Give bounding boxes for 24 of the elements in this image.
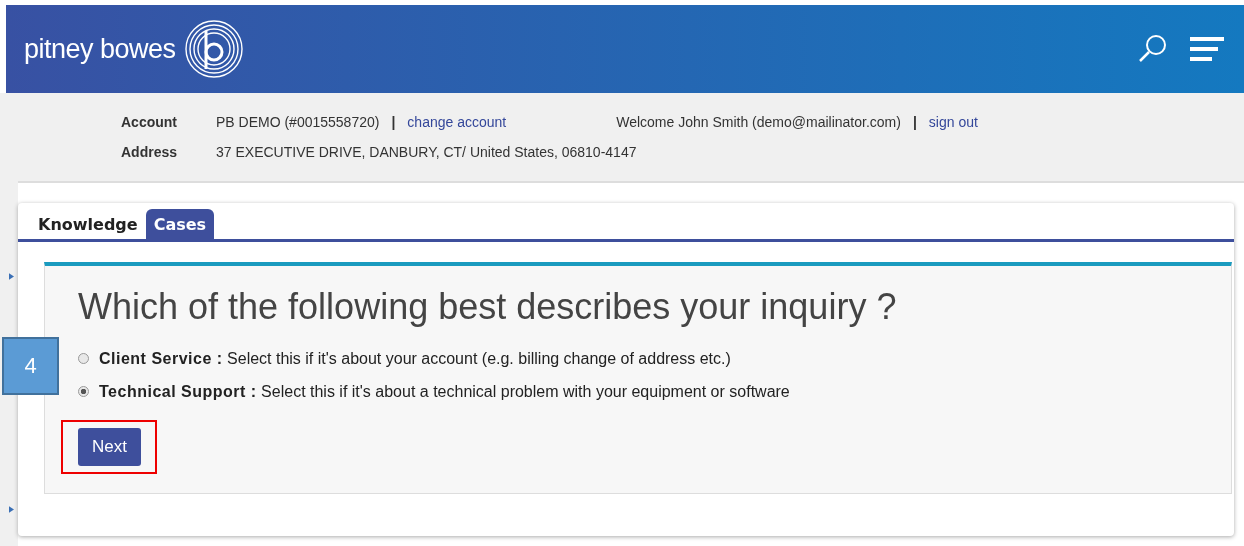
change-account-link[interactable]: change account [407,114,507,130]
option-label: Technical Support : Select this if it's about a technical problem with your equipment or software [99,382,790,401]
expand-arrow-icon[interactable] [9,273,14,280]
next-button[interactable]: Next [78,428,141,466]
option-label: Client Service : Select this if it's about your account (e.g. billing change of address etc.) [99,349,731,368]
separator-text: | [912,114,917,130]
address-value: 37 EXECUTIVE DRIVE, DANBURY, CT/ United States, 06810-4147 [216,144,637,160]
account-label: Account [121,114,178,130]
welcome-text: Welcome John Smith (demo@mailinator.com) [616,114,901,130]
account-value: PB DEMO (#0015558720) [216,114,380,130]
tab[interactable]: Knowledge [30,209,146,239]
step-callout: 4 [2,337,59,395]
separator-text: | [391,114,396,130]
menu-icon[interactable] [1190,36,1224,62]
sign-out-link[interactable]: sign out [928,114,978,130]
logo-icon[interactable] [183,19,244,79]
logo-text[interactable]: pitney bowes [24,33,176,65]
address-label: Address [121,144,179,160]
radio-button[interactable] [78,353,89,364]
search-icon[interactable] [1138,34,1168,64]
tab[interactable]: Cases [145,209,215,239]
question-heading: Which of the following best describes your inquiry ? [78,286,898,328]
expand-arrow-icon[interactable] [9,506,14,513]
radio-button[interactable] [78,386,89,397]
